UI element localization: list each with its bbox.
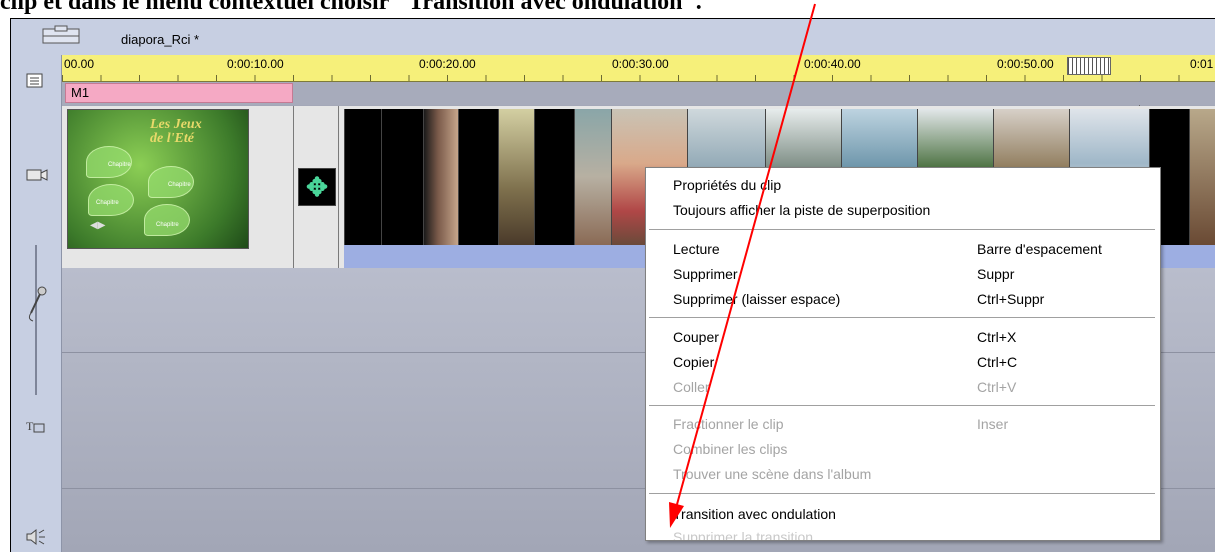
menu-separator bbox=[649, 493, 1155, 494]
list-icon[interactable] bbox=[25, 72, 45, 95]
clip-divider bbox=[338, 106, 339, 268]
speaker-icon[interactable] bbox=[25, 527, 47, 552]
ruler-label: 0:00:50.00 bbox=[997, 57, 1054, 71]
menu-shortcut: Ctrl+C bbox=[977, 354, 1018, 370]
playhead-handle[interactable] bbox=[1067, 57, 1111, 75]
ruler-label: 0:00:40.00 bbox=[804, 57, 861, 71]
menu-leaf-button bbox=[144, 204, 190, 236]
menu-leaf-label: Chapitre bbox=[108, 162, 131, 168]
ruler-label: 0:00:20.00 bbox=[419, 57, 476, 71]
ruler-label: 0:00:10.00 bbox=[227, 57, 284, 71]
menu-separator bbox=[649, 317, 1155, 318]
menu-item-paste[interactable]: Coller bbox=[673, 376, 710, 398]
timeline-ruler[interactable]: 00.00 0:00:10.00 0:00:20.00 0:00:30.00 0… bbox=[62, 55, 1215, 82]
menu-separator bbox=[649, 229, 1155, 230]
chapter-marker[interactable]: M1 bbox=[65, 83, 293, 103]
menu-item-ripple-transition[interactable]: Transition avec ondulation bbox=[673, 503, 836, 525]
menu-shortcut: Ctrl+X bbox=[977, 329, 1017, 345]
video-frame[interactable] bbox=[381, 109, 424, 245]
menu-item-cut[interactable]: Couper bbox=[673, 326, 719, 348]
context-menu: Propriétés du clip Toujours afficher la … bbox=[645, 167, 1161, 541]
svg-text:T: T bbox=[26, 419, 34, 433]
menu-shortcut: Suppr bbox=[977, 266, 1015, 282]
menu-item-always-show-overlay[interactable]: Toujours afficher la piste de superposit… bbox=[673, 199, 930, 221]
menu-item-combine-clips[interactable]: Combiner les clips bbox=[673, 438, 787, 460]
menu-shortcut: Inser bbox=[977, 416, 1009, 432]
document-caption: clip et dans le menu contextuel choisir … bbox=[0, 0, 702, 15]
ruler-label: 0:00:30.00 bbox=[612, 57, 669, 71]
menu-clip[interactable]: Les Jeux de l'Eté Chapitre Chapitre Chap… bbox=[67, 109, 249, 249]
menu-leaf-label: Chapitre bbox=[156, 222, 179, 228]
microphone-icon[interactable] bbox=[25, 285, 49, 330]
transition-clip[interactable]: ✥ bbox=[298, 168, 336, 206]
project-title: diapora_Rci * bbox=[121, 32, 200, 47]
clip-divider bbox=[293, 106, 294, 268]
ruler-ticks bbox=[62, 75, 1215, 81]
menu-item-remove-transition[interactable]: Supprimer la transition bbox=[673, 530, 813, 540]
track-header-panel: T bbox=[11, 55, 62, 552]
menu-shortcut: Ctrl+Suppr bbox=[977, 291, 1045, 307]
video-frame[interactable] bbox=[498, 109, 535, 245]
ruler-label: 00.00 bbox=[64, 57, 95, 71]
menu-leaf-label: Chapitre bbox=[96, 200, 119, 206]
video-frame[interactable] bbox=[1189, 109, 1215, 245]
menu-item-delete[interactable]: Supprimer bbox=[673, 263, 738, 285]
menu-item-copy[interactable]: Copier bbox=[673, 351, 714, 373]
title-icon[interactable]: T bbox=[25, 417, 47, 442]
menu-separator bbox=[649, 405, 1155, 406]
camera-icon[interactable] bbox=[25, 165, 49, 190]
video-frame[interactable] bbox=[458, 109, 499, 245]
video-frame[interactable] bbox=[344, 109, 381, 245]
menu-leaf-label: Chapitre bbox=[168, 182, 191, 188]
menu-item-find-scene[interactable]: Trouver une scène dans l'album bbox=[673, 463, 871, 485]
menu-item-play[interactable]: Lecture bbox=[673, 238, 720, 260]
video-frame[interactable] bbox=[423, 109, 459, 245]
nav-arrows-icon: ◀▶ bbox=[90, 220, 106, 231]
title-bar: diapora_Rci * bbox=[11, 19, 1215, 56]
transition-arrows-icon: ✥ bbox=[306, 172, 328, 202]
menu-item-split-clip[interactable]: Fractionner le clip bbox=[673, 413, 784, 435]
menu-item-delete-keep-space[interactable]: Supprimer (laisser espace) bbox=[673, 288, 840, 310]
video-frame[interactable] bbox=[574, 109, 612, 245]
storyboard-icon[interactable] bbox=[41, 25, 81, 52]
menu-clip-title: Les Jeux de l'Eté bbox=[150, 117, 202, 146]
menu-item-clip-properties[interactable]: Propriétés du clip bbox=[673, 174, 781, 196]
marker-track: M1 bbox=[62, 82, 1215, 105]
menu-shortcut: Ctrl+V bbox=[977, 379, 1017, 395]
ruler-label: 0:01 bbox=[1190, 57, 1214, 71]
video-frame[interactable] bbox=[534, 109, 575, 245]
menu-shortcut: Barre d'espacement bbox=[977, 241, 1102, 257]
